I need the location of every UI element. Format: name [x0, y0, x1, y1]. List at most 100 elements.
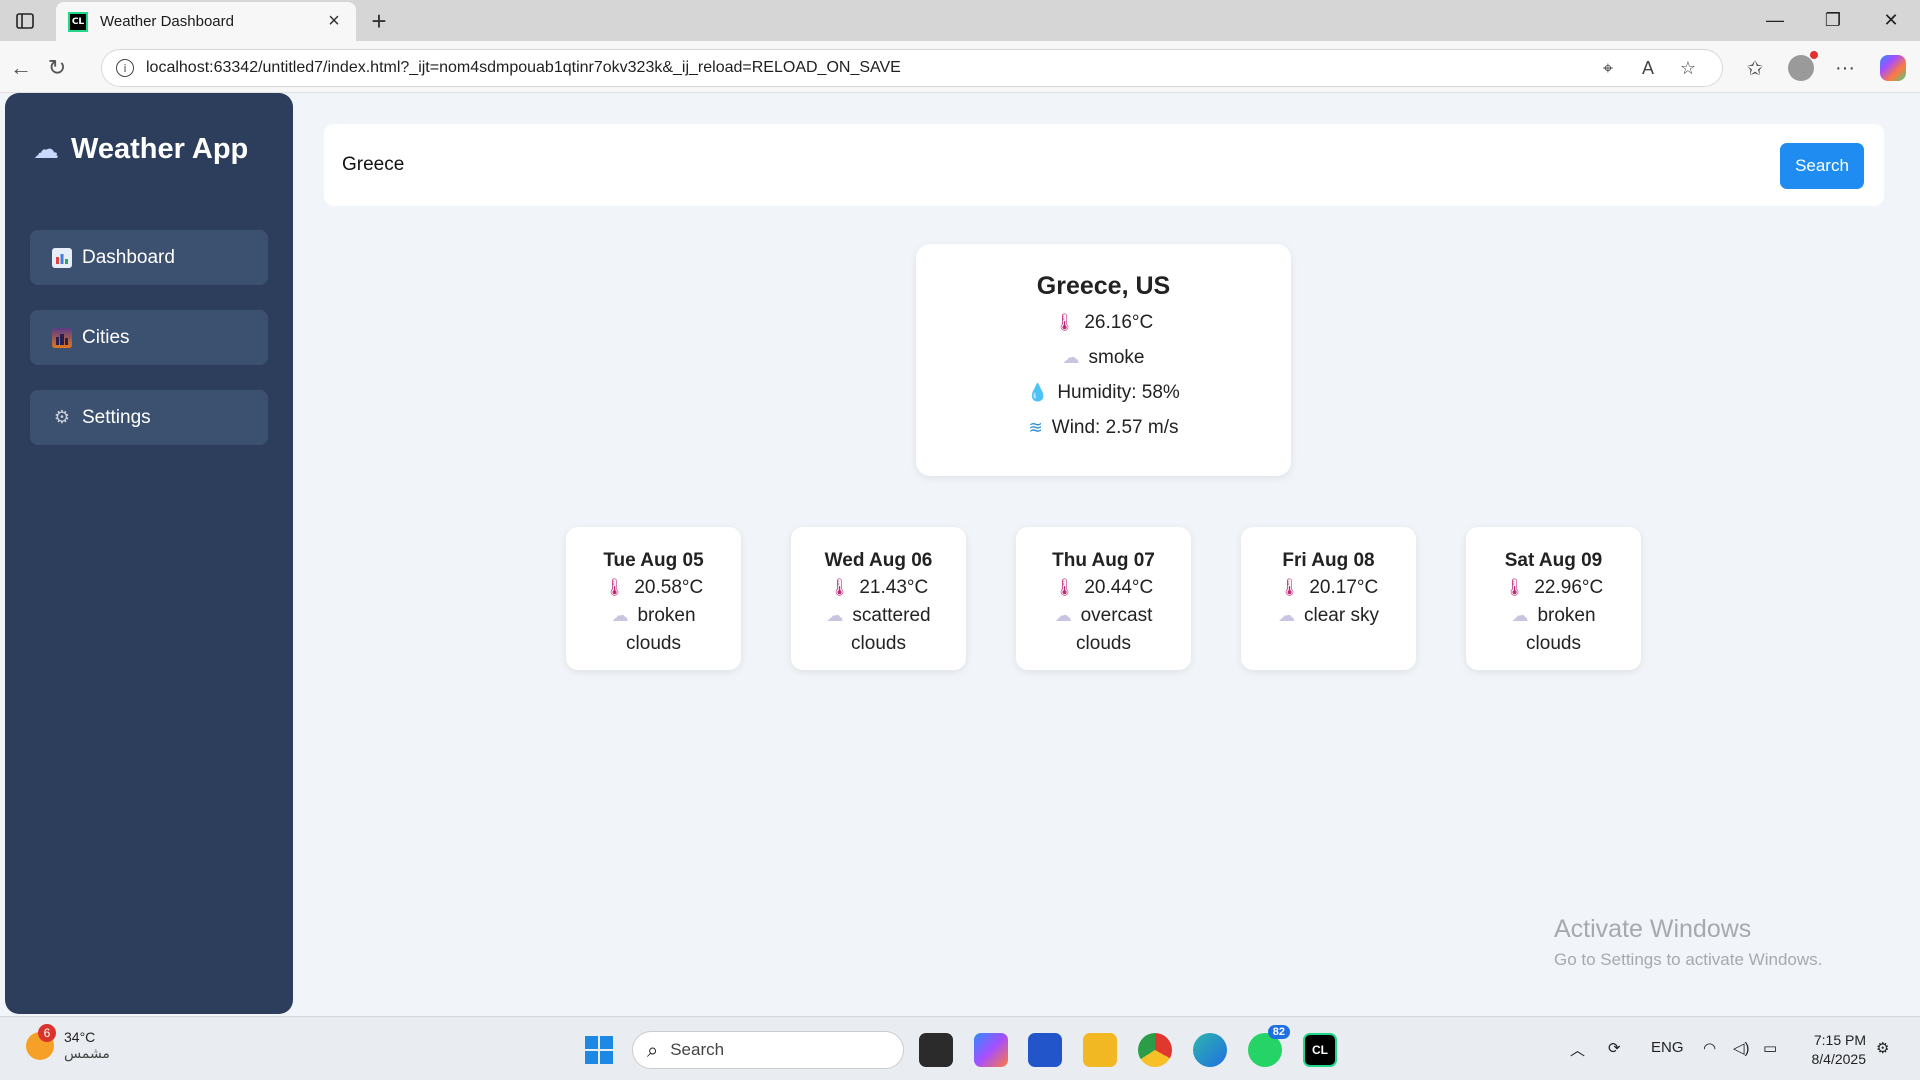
forecast-desc-row: ☁ clear sky: [1241, 602, 1416, 630]
weather-temp: 34°C: [64, 1029, 96, 1045]
whatsapp-icon[interactable]: 82: [1248, 1025, 1290, 1067]
rain-cloud-icon: ☁: [33, 134, 59, 165]
language-indicator[interactable]: ENG: [1651, 1039, 1684, 1056]
cloud-icon: ☁: [826, 606, 844, 626]
notification-icon[interactable]: ⚙: [1876, 1039, 1889, 1057]
copilot-icon[interactable]: [974, 1033, 1008, 1067]
new-tab-button[interactable]: +: [364, 6, 394, 36]
forecast-desc-row: ☁ broken: [566, 602, 741, 630]
sidebar-item-dashboard[interactable]: Dashboard: [30, 230, 268, 285]
forecast-desc-row: ☁ scattered: [791, 602, 966, 630]
thermometer-icon: 🌡: [1503, 578, 1526, 598]
tray-chevron-icon[interactable]: ︿: [1570, 1039, 1585, 1060]
weather-widget[interactable]: 6 34°C مشمس: [26, 1023, 110, 1062]
sidebar-item-label: Cities: [82, 326, 130, 348]
forecast-temp-row: 🌡 20.17°C: [1241, 574, 1416, 602]
forecast-desc: scattered: [852, 605, 931, 626]
windows-logo-icon: [585, 1036, 598, 1049]
forecast-desc-cont: clouds: [626, 633, 681, 654]
forecast-card: Wed Aug 06 🌡 21.43°C ☁ scattered clouds: [791, 527, 966, 670]
tab-actions-button[interactable]: [10, 8, 40, 34]
chrome-icon[interactable]: [1138, 1033, 1172, 1067]
whatsapp-badge: 82: [1267, 1025, 1290, 1039]
close-window-button[interactable]: ✕: [1862, 0, 1920, 41]
browser-tabbar: CL Weather Dashboard × + — ❐ ✕: [0, 0, 1920, 41]
thermometer-icon: 🌡: [1053, 578, 1076, 598]
site-info-icon[interactable]: i: [116, 59, 134, 77]
profile-button[interactable]: [1784, 51, 1818, 83]
sidebar-toggle-icon: [16, 13, 34, 29]
location-icon[interactable]: ⌖: [1588, 58, 1628, 79]
current-temp-row: 🌡 26.16°C: [916, 310, 1291, 336]
store-icon[interactable]: [1028, 1033, 1062, 1067]
search-button[interactable]: Search: [1780, 143, 1864, 189]
tab-close-icon[interactable]: ×: [324, 10, 344, 33]
forecast-temp: 20.44°C: [1084, 577, 1154, 598]
taskbar: 6 34°C مشمس ⌕ Search 82 CL ︿ ⟳ ENG ◠ ◁) …: [0, 1016, 1920, 1080]
forecast-card: Thu Aug 07 🌡 20.44°C ☁ overcast clouds: [1016, 527, 1191, 670]
browser-tab[interactable]: CL Weather Dashboard ×: [56, 2, 356, 41]
back-button[interactable]: ←: [4, 51, 38, 85]
forecast-temp-row: 🌡 22.96°C: [1466, 574, 1641, 602]
forecast-temp: 21.43°C: [859, 577, 929, 598]
forecast-desc-cont: clouds: [1076, 633, 1131, 654]
restore-button[interactable]: ❐: [1804, 0, 1862, 41]
url-text[interactable]: localhost:63342/untitled7/index.html?_ij…: [146, 59, 1588, 77]
forecast-desc: overcast: [1080, 605, 1153, 626]
sun-icon: 6: [26, 1023, 56, 1060]
read-aloud-icon[interactable]: A: [1628, 58, 1668, 79]
brand: ☁ Weather App: [33, 133, 248, 166]
wifi-icon[interactable]: ◠: [1703, 1039, 1716, 1057]
forecast-card: Sat Aug 09 🌡 22.96°C ☁ broken clouds: [1466, 527, 1641, 670]
start-button[interactable]: [585, 1036, 613, 1064]
thermometer-icon: 🌡: [1053, 313, 1076, 333]
current-humidity: Humidity: 58%: [1057, 382, 1180, 403]
more-options-icon[interactable]: ···: [1828, 53, 1862, 83]
sidebar-item-cities[interactable]: Cities: [30, 310, 268, 365]
cloud-icon: ☁: [1511, 606, 1529, 626]
current-temp: 26.16°C: [1084, 312, 1154, 333]
reload-button[interactable]: ↻: [40, 51, 74, 85]
sync-icon[interactable]: ⟳: [1608, 1039, 1621, 1057]
minimize-button[interactable]: —: [1746, 0, 1804, 41]
brand-title: Weather App: [71, 133, 249, 165]
current-wind: Wind: 2.57 m/s: [1051, 417, 1179, 438]
edge-icon[interactable]: [1193, 1033, 1227, 1067]
favorite-star-icon[interactable]: ☆: [1668, 58, 1708, 79]
file-explorer-icon[interactable]: [1083, 1033, 1117, 1067]
forecast-card: Tue Aug 05 🌡 20.58°C ☁ broken clouds: [566, 527, 741, 670]
taskbar-search[interactable]: ⌕ Search: [632, 1031, 904, 1069]
forecast-date: Fri Aug 08: [1282, 550, 1375, 571]
task-view-icon[interactable]: [919, 1033, 953, 1067]
clion-icon[interactable]: CL: [1303, 1033, 1337, 1067]
current-weather-card: Greece, US 🌡 26.16°C ☁ smoke 💧 Humidity:…: [916, 244, 1291, 476]
bar-chart-icon: [52, 247, 72, 268]
thermometer-icon: 🌡: [1278, 578, 1301, 598]
cloud-icon: ☁: [1278, 606, 1296, 626]
sidebar-item-label: Dashboard: [82, 246, 175, 268]
clock-time: 7:15 PM: [1813, 1032, 1866, 1048]
activation-watermark: Activate Windows Go to Settings to activ…: [1554, 915, 1822, 970]
address-bar[interactable]: i localhost:63342/untitled7/index.html?_…: [101, 49, 1723, 87]
address-toolbar: ← ↻ i localhost:63342/untitled7/index.ht…: [0, 41, 1920, 93]
forecast-desc: broken: [1537, 605, 1596, 626]
clock[interactable]: 7:15 PM 8/4/2025: [1812, 1031, 1867, 1069]
volume-icon[interactable]: ◁): [1733, 1039, 1750, 1057]
forecast-temp-row: 🌡 21.43°C: [791, 574, 966, 602]
forecast-date: Thu Aug 07: [1052, 550, 1155, 571]
sidebar-item-settings[interactable]: ⚙ Settings: [30, 390, 268, 445]
forecast-desc: broken: [637, 605, 696, 626]
weather-condition: مشمس: [64, 1045, 110, 1061]
battery-icon[interactable]: ▭: [1763, 1039, 1777, 1057]
forecast-desc: clear sky: [1304, 605, 1379, 626]
copilot-button[interactable]: [1876, 53, 1910, 83]
city-search-input[interactable]: [342, 140, 1662, 190]
current-condition: smoke: [1088, 347, 1145, 368]
favorites-icon[interactable]: ✩: [1738, 53, 1772, 83]
forecast-temp: 22.96°C: [1534, 577, 1604, 598]
droplet-icon: 💧: [1027, 383, 1049, 403]
copilot-icon: [1880, 55, 1906, 81]
taskbar-search-placeholder: Search: [670, 1040, 725, 1059]
avatar: [1788, 51, 1818, 81]
back-arrow-icon: ←: [10, 55, 32, 80]
